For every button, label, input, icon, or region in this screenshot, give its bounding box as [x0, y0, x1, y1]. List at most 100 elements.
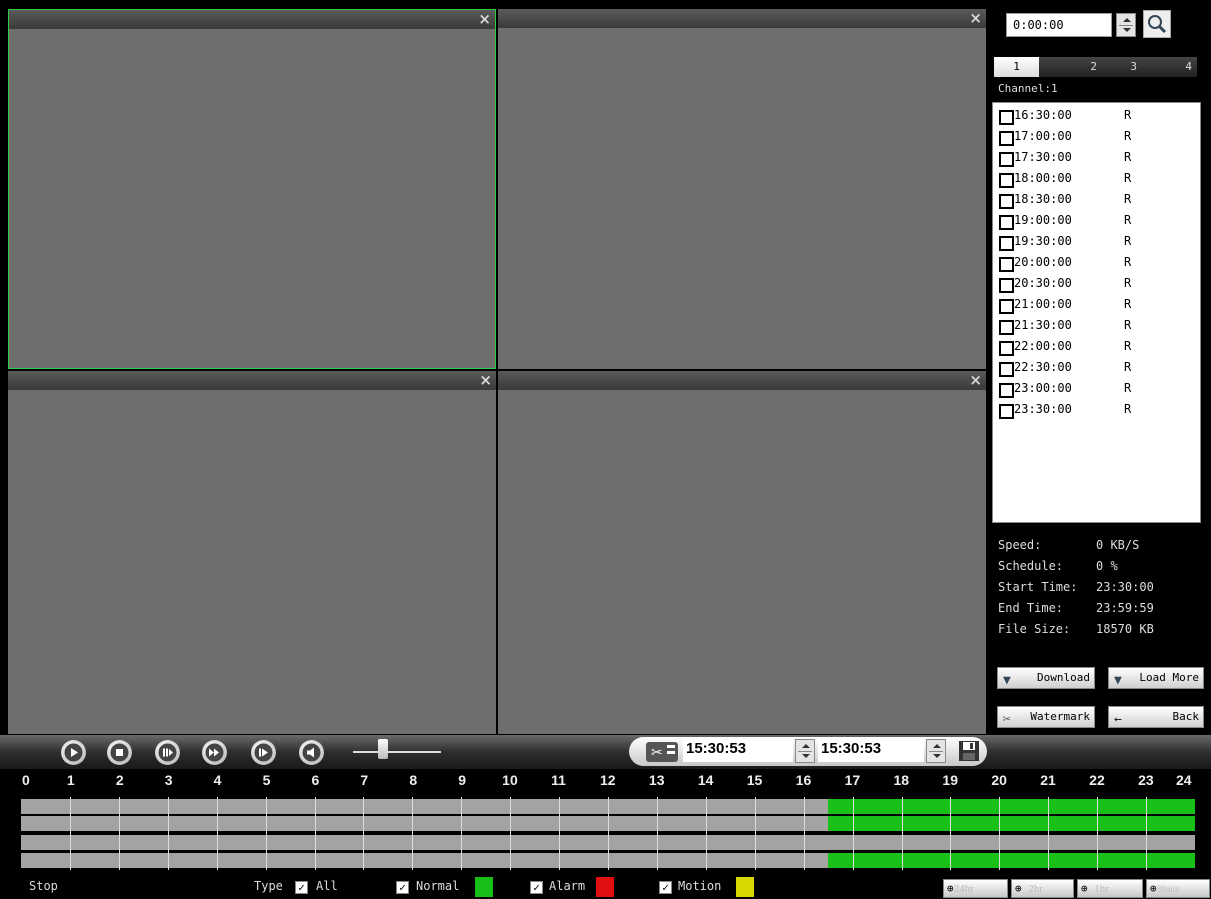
- start-time-value: 23:30:00: [1096, 580, 1154, 594]
- close-icon[interactable]: ×: [478, 10, 491, 29]
- list-item[interactable]: 20:00:00 R: [999, 254, 1189, 274]
- file-type: R: [1124, 108, 1132, 122]
- file-checkbox[interactable]: [999, 299, 1014, 314]
- play-button[interactable]: [61, 740, 86, 765]
- file-checkbox[interactable]: [999, 257, 1014, 272]
- list-item[interactable]: 16:30:00 R: [999, 107, 1189, 127]
- filter-motion-checkbox[interactable]: ✓: [659, 881, 672, 894]
- hour-gridline: [754, 797, 756, 870]
- list-item[interactable]: 19:00:00 R: [999, 212, 1189, 232]
- hour-gridline: [656, 797, 658, 870]
- list-item[interactable]: 17:30:00 R: [999, 149, 1189, 169]
- close-icon[interactable]: ×: [969, 371, 982, 390]
- tab-channel-3[interactable]: 3: [1107, 57, 1137, 77]
- file-checkbox[interactable]: [999, 320, 1014, 335]
- hour-gridline: [803, 797, 805, 870]
- hour-label: 20: [991, 772, 1007, 788]
- filter-alarm-checkbox[interactable]: ✓: [530, 881, 543, 894]
- zoom-1hr-button[interactable]: ⊕ 1hr: [1077, 879, 1143, 898]
- clip-start-spinner[interactable]: [795, 739, 815, 763]
- zoom-24hr-button[interactable]: ⊕24hr: [943, 879, 1008, 898]
- list-item[interactable]: 19:30:00 R: [999, 233, 1189, 253]
- file-time: 22:00:00: [1014, 339, 1072, 353]
- fast-forward-button[interactable]: [202, 740, 227, 765]
- file-checkbox[interactable]: [999, 215, 1014, 230]
- clip-scissors-icon[interactable]: ✂: [645, 740, 679, 764]
- search-icon[interactable]: [1143, 10, 1171, 38]
- watermark-button[interactable]: ✂ Watermark: [997, 706, 1095, 728]
- volume-slider-track[interactable]: [353, 751, 441, 753]
- list-item[interactable]: 21:00:00 R: [999, 296, 1189, 316]
- list-item[interactable]: 22:30:00 R: [999, 359, 1189, 379]
- download-button[interactable]: ▼ Download: [997, 667, 1095, 689]
- file-checkbox[interactable]: [999, 152, 1014, 167]
- list-item[interactable]: 23:00:00 R: [999, 380, 1189, 400]
- hour-gridline: [265, 797, 267, 870]
- end-time-label: End Time:: [998, 601, 1064, 615]
- file-type: R: [1124, 360, 1132, 374]
- file-checkbox[interactable]: [999, 131, 1014, 146]
- hour-label: 12: [600, 772, 616, 788]
- filter-normal-checkbox[interactable]: ✓: [396, 881, 409, 894]
- video-pane-2[interactable]: ×: [498, 9, 986, 369]
- hour-label: 0: [22, 772, 30, 788]
- video-pane-4[interactable]: ×: [498, 371, 986, 734]
- volume-button[interactable]: [299, 740, 324, 765]
- file-checkbox[interactable]: [999, 383, 1014, 398]
- recording-segment[interactable]: [828, 816, 1195, 831]
- recording-segment[interactable]: [828, 799, 1195, 814]
- time-spinner[interactable]: [1116, 13, 1136, 37]
- pane-title-bar: [8, 371, 496, 390]
- slow-icon: [158, 743, 177, 762]
- file-checkbox[interactable]: [999, 236, 1014, 251]
- video-pane-3[interactable]: ×: [8, 371, 496, 734]
- clip-start-time[interactable]: 15:30:53: [683, 737, 793, 762]
- pane-title-bar: [9, 10, 495, 29]
- list-item[interactable]: 22:00:00 R: [999, 338, 1189, 358]
- file-time: 20:30:00: [1014, 276, 1072, 290]
- tab-channel-2[interactable]: 2: [1047, 57, 1097, 77]
- close-icon[interactable]: ×: [969, 9, 982, 28]
- file-checkbox[interactable]: [999, 362, 1014, 377]
- video-pane-1[interactable]: ×: [8, 9, 496, 369]
- filter-all-checkbox[interactable]: ✓: [295, 881, 308, 894]
- load-more-button[interactable]: ▼ Load More: [1108, 667, 1204, 689]
- hour-label: 18: [893, 772, 910, 788]
- recording-segment[interactable]: [828, 853, 1195, 868]
- file-checkbox[interactable]: [999, 278, 1014, 293]
- file-checkbox[interactable]: [999, 110, 1014, 125]
- close-icon[interactable]: ×: [479, 371, 492, 390]
- list-item[interactable]: 18:00:00 R: [999, 170, 1189, 190]
- stop-button[interactable]: [107, 740, 132, 765]
- tab-channel-4[interactable]: 4: [1146, 57, 1192, 77]
- hour-gridline: [363, 797, 365, 870]
- clip-end-time[interactable]: 15:30:53: [818, 737, 924, 762]
- volume-slider-thumb[interactable]: [378, 739, 388, 759]
- list-item[interactable]: 23:30:00 R: [999, 401, 1189, 421]
- file-time: 19:30:00: [1014, 234, 1072, 248]
- save-clip-icon[interactable]: [958, 740, 980, 762]
- list-item[interactable]: 17:00:00 R: [999, 128, 1189, 148]
- hour-label: 23: [1138, 772, 1154, 788]
- file-type: R: [1124, 213, 1132, 227]
- play-icon: [64, 743, 83, 762]
- hour-gridline: [608, 797, 609, 870]
- zoom-30min-button[interactable]: ⊕30min: [1146, 879, 1210, 898]
- zoom-2hr-button[interactable]: ⊕ 2hr: [1011, 879, 1074, 898]
- slow-play-button[interactable]: [155, 740, 180, 765]
- list-item[interactable]: 18:30:00 R: [999, 191, 1189, 211]
- list-item[interactable]: 20:30:00 R: [999, 275, 1189, 295]
- watermark-icon: ✂: [1003, 712, 1011, 727]
- hour-gridline: [167, 797, 169, 870]
- back-button[interactable]: ← Back: [1108, 706, 1204, 728]
- search-time-input[interactable]: 0:00:00: [1006, 13, 1112, 37]
- file-checkbox[interactable]: [999, 194, 1014, 209]
- next-frame-button[interactable]: [251, 740, 276, 765]
- list-item[interactable]: 21:30:00 R: [999, 317, 1189, 337]
- file-checkbox[interactable]: [999, 341, 1014, 356]
- file-checkbox[interactable]: [999, 173, 1014, 188]
- clip-end-spinner[interactable]: [926, 739, 946, 763]
- download-arrow-icon: ▼: [1003, 673, 1011, 688]
- file-checkbox[interactable]: [999, 404, 1014, 419]
- tab-channel-1[interactable]: 1: [994, 57, 1039, 77]
